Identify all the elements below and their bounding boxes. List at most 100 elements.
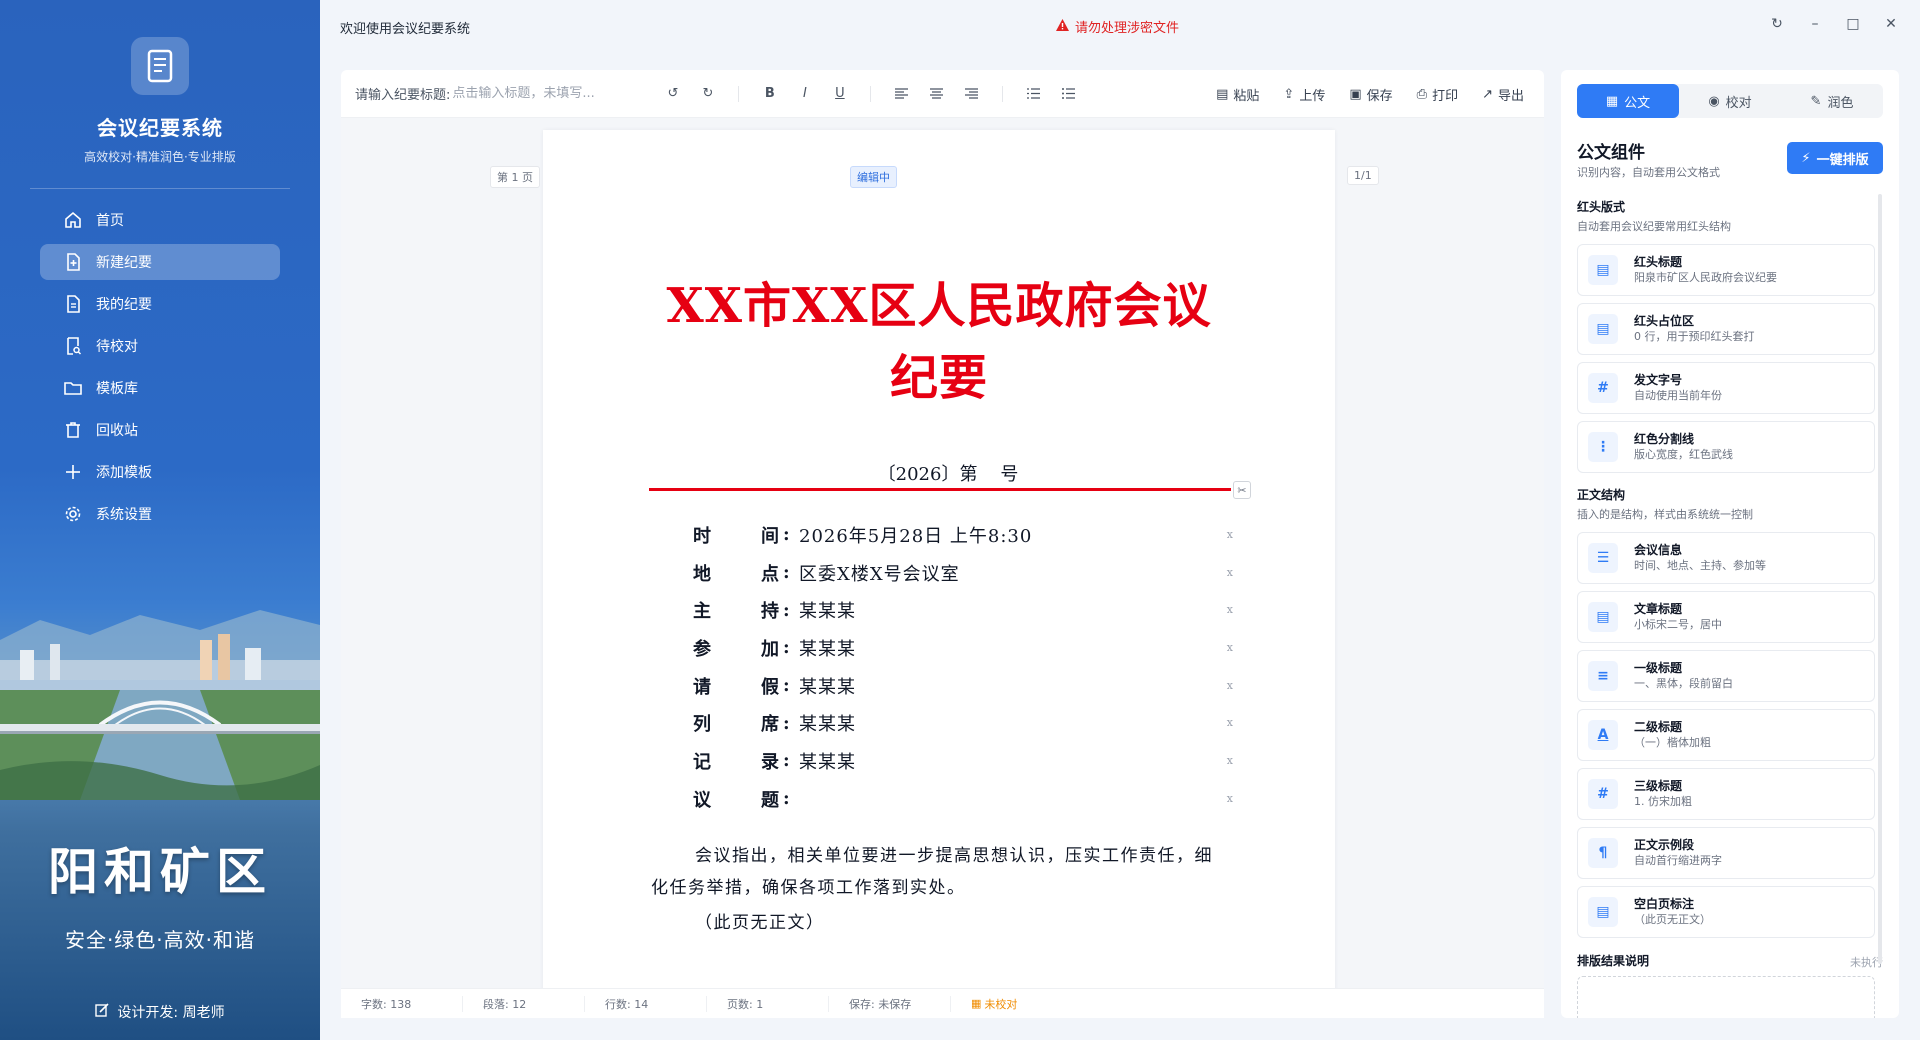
info-row-location[interactable]: 地点 : 区委X楼X号会议室 x <box>693 554 1233 592</box>
security-warning: 请勿处理涉密文件 <box>1056 17 1179 36</box>
sidebar-divider <box>30 188 290 189</box>
remove-row-icon[interactable]: x <box>1227 792 1233 805</box>
redo-icon[interactable]: ↻ <box>699 85 716 102</box>
remove-row-icon[interactable]: x <box>1227 528 1233 541</box>
align-right-icon[interactable] <box>963 85 980 102</box>
format-tools: ↺ ↻ B I U <box>664 85 1077 102</box>
paste-button[interactable]: ▤ 粘贴 <box>1216 85 1259 104</box>
body-structure-components: ☰ 会议信息 时间、地点、主持、参加等 ▤ 文章标题 小标宋二号，居中 ≡ 一级标题… <box>1577 532 1875 945</box>
sidebar-item-my-minutes[interactable]: 我的纪要 <box>40 286 280 322</box>
sidebar-item-pending-proofread[interactable]: 待校对 <box>40 328 280 364</box>
remove-row-icon[interactable]: x <box>1227 716 1233 729</box>
sidebar-item-add-template[interactable]: 添加模板 <box>40 454 280 490</box>
component-body-sample[interactable]: ¶ 正文示例段 自动首行缩进两字 <box>1577 827 1875 879</box>
info-row-topic[interactable]: 议题 : x <box>693 780 1233 818</box>
print-button[interactable]: ⎙ 打印 <box>1417 85 1458 104</box>
component-heading-3[interactable]: # 三级标题 1. 仿宋加粗 <box>1577 768 1875 820</box>
tab-label: 公文 <box>1624 95 1651 111</box>
component-name: 二级标题 <box>1634 720 1683 734</box>
component-red-divider[interactable]: ⋮ 红色分割线 版心宽度，红色武线 <box>1577 421 1875 473</box>
info-value[interactable]: 某某某 <box>799 710 856 736</box>
sidebar-item-settings[interactable]: 系统设置 <box>40 496 280 532</box>
info-value[interactable]: 区委X楼X号会议室 <box>799 560 960 586</box>
ordered-list-icon[interactable] <box>1025 85 1042 102</box>
export-label: 导出 <box>1497 88 1524 104</box>
upload-button[interactable]: ⇪ 上传 <box>1283 85 1325 104</box>
close-icon[interactable]: ✕ <box>1884 16 1898 32</box>
info-value[interactable]: 某某某 <box>799 673 856 699</box>
editor-toolbar: 请输入纪要标题: ↺ ↻ B I U ▤粘贴 ⇪上传 ▣保存 ⎙打印 ↗导出 <box>341 70 1544 118</box>
info-row-time[interactable]: 时间 : 2026年5月28日 上午8:30 x <box>693 516 1233 554</box>
sidebar-item-label: 待校对 <box>96 339 138 355</box>
info-value[interactable]: 某某某 <box>799 748 856 774</box>
remove-row-icon[interactable]: x <box>1227 603 1233 616</box>
component-heading-1[interactable]: ≡ 一级标题 一、黑体，段前留白 <box>1577 650 1875 702</box>
component-blank-page[interactable]: ▤ 空白页标注 （此页无正文） <box>1577 886 1875 938</box>
align-left-icon[interactable] <box>893 85 910 102</box>
tab-official[interactable]: ▦ 公文 <box>1577 84 1679 118</box>
section-body-structure-title: 正文结构 <box>1577 488 1626 502</box>
component-article-title[interactable]: ▤ 文章标题 小标宋二号，居中 <box>1577 591 1875 643</box>
component-name: 会议信息 <box>1634 543 1683 557</box>
lightning-icon: ⚡ <box>1801 150 1811 166</box>
tab-proofread[interactable]: ◉ 校对 <box>1679 84 1781 118</box>
save-button[interactable]: ▣ 保存 <box>1349 85 1392 104</box>
one-click-layout-button[interactable]: ⚡ 一键排版 <box>1787 142 1883 174</box>
underline-icon[interactable]: U <box>831 85 848 102</box>
remove-row-icon[interactable]: x <box>1227 754 1233 767</box>
component-heading-2[interactable]: A 二级标题 （一）楷体加粗 <box>1577 709 1875 761</box>
paste-label: 粘贴 <box>1233 88 1260 104</box>
print-icon: ⎙ <box>1416 86 1428 102</box>
bold-icon[interactable]: B <box>761 85 778 102</box>
sidebar-item-template-library[interactable]: 模板库 <box>40 370 280 406</box>
info-row-attendees[interactable]: 参加 : 某某某 x <box>693 629 1233 667</box>
info-colon: : <box>783 524 790 546</box>
undo-icon[interactable]: ↺ <box>664 85 681 102</box>
hash-icon: # <box>1588 373 1618 403</box>
sidebar: 会议纪要系统 高效校对·精准润色·专业排版 首页 新建纪要 我的纪要 待校对 模… <box>0 0 320 1040</box>
app-title: 会议纪要系统 <box>97 116 223 140</box>
app-logo <box>131 37 189 95</box>
component-desc: 阳泉市矿区人民政府会议纪要 <box>1634 271 1777 284</box>
sidebar-item-recycle-bin[interactable]: 回收站 <box>40 412 280 448</box>
info-value[interactable]: 2026年5月28日 上午8:30 <box>799 522 1032 548</box>
component-red-title[interactable]: ▤ 红头标题 阳泉市矿区人民政府会议纪要 <box>1577 244 1875 296</box>
title-input[interactable] <box>452 86 643 101</box>
bullet-list-icon[interactable] <box>1060 85 1077 102</box>
info-label: 参加 <box>693 638 779 660</box>
refresh-icon[interactable]: ↻ <box>1770 16 1784 32</box>
remove-row-icon[interactable]: x <box>1227 566 1233 579</box>
component-red-placeholder[interactable]: ▤ 红头占位区 0 行，用于预印红头套打 <box>1577 303 1875 355</box>
info-value[interactable]: 某某某 <box>799 597 856 623</box>
sidebar-item-label: 我的纪要 <box>96 297 152 313</box>
maximize-icon[interactable]: □ <box>1846 16 1860 32</box>
info-row-observers[interactable]: 列席 : 某某某 x <box>693 704 1233 742</box>
editor-area: 第 1 页 1/1 编辑中 XX市XX区人民政府会议纪要 〔2026〕第 号 ✂… <box>341 118 1544 988</box>
panel-scrollbar[interactable] <box>1878 194 1882 964</box>
component-doc-number[interactable]: # 发文字号 自动使用当前年份 <box>1577 362 1875 414</box>
proof-label: 未校对 <box>984 997 1018 1011</box>
minimize-icon[interactable]: – <box>1808 16 1822 32</box>
warning-icon <box>1056 18 1069 35</box>
red-header-title[interactable]: XX市XX区人民政府会议纪要 <box>653 270 1225 414</box>
blank-page-note[interactable]: （此页无正文） <box>695 908 825 933</box>
sidebar-item-home[interactable]: 首页 <box>40 202 280 238</box>
info-row-recorder[interactable]: 记录 : 某某某 x <box>693 742 1233 780</box>
edit-icon <box>95 1003 109 1021</box>
info-row-leave[interactable]: 请假 : 某某某 x <box>693 667 1233 705</box>
info-colon: : <box>783 599 790 621</box>
remove-row-icon[interactable]: x <box>1227 679 1233 692</box>
component-meeting-info[interactable]: ☰ 会议信息 时间、地点、主持、参加等 <box>1577 532 1875 584</box>
info-row-host[interactable]: 主持 : 某某某 x <box>693 591 1233 629</box>
scissors-icon[interactable]: ✂ <box>1233 481 1251 499</box>
export-button[interactable]: ↗ 导出 <box>1482 85 1524 104</box>
document-number[interactable]: 〔2026〕第 号 <box>543 460 1335 486</box>
align-center-icon[interactable] <box>928 85 945 102</box>
info-value[interactable]: 某某某 <box>799 635 856 661</box>
body-paragraph[interactable]: 会议指出，相关单位要进一步提高思想认识，压实工作责任，细化任务举措，确保各项工作… <box>651 840 1227 904</box>
italic-icon[interactable]: I <box>796 85 813 102</box>
remove-row-icon[interactable]: x <box>1227 641 1233 654</box>
tab-polish[interactable]: ✎ 润色 <box>1781 84 1883 118</box>
sidebar-item-new-minutes[interactable]: 新建纪要 <box>40 244 280 280</box>
document-page[interactable]: 编辑中 XX市XX区人民政府会议纪要 〔2026〕第 号 ✂ 时间 : 2026… <box>543 130 1335 988</box>
